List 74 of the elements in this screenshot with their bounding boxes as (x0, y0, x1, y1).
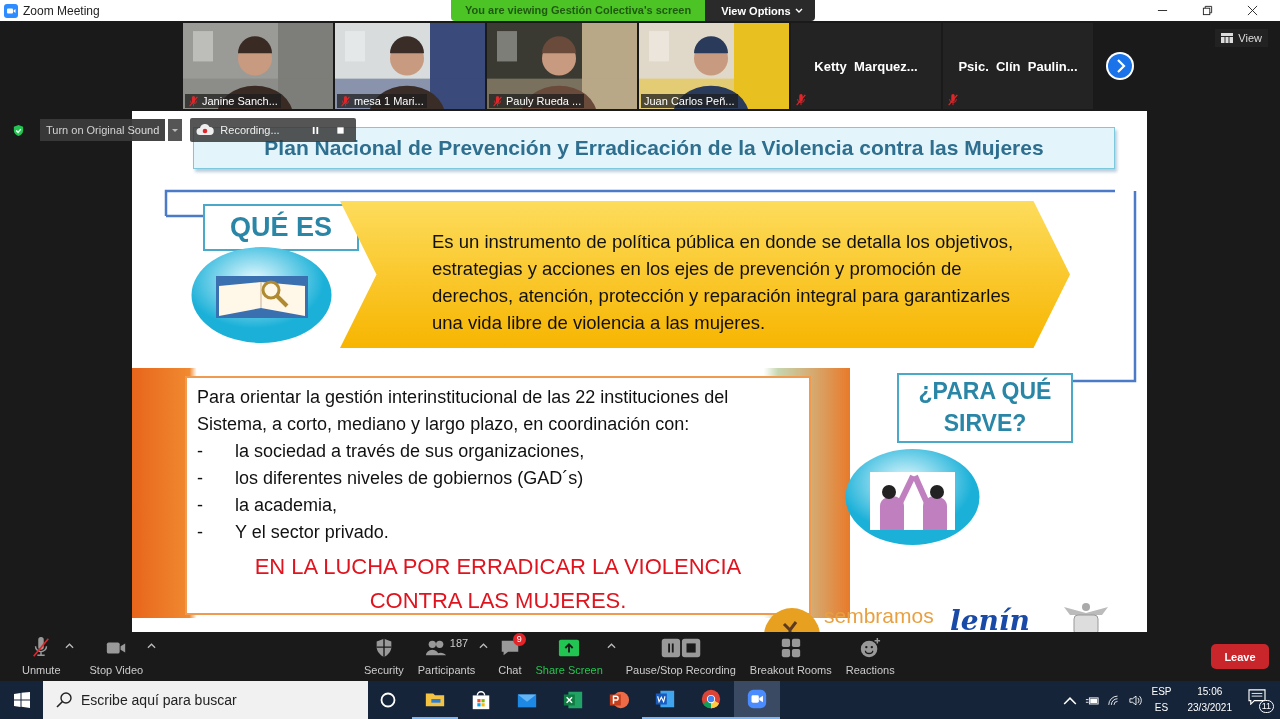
book-magnifier-icon (191, 246, 332, 344)
toolbar-button[interactable]: 9 Chat (494, 635, 526, 678)
list-marker: - (197, 440, 204, 463)
zoom-logo-icon (4, 3, 18, 18)
notification-count: 11 (1258, 700, 1274, 713)
intro-text: Para orientar la gestión interinstitucional de las 22 instituciones del Sistema, a corto, mediano y largo plazo, en coordinación con: (197, 386, 730, 436)
toolbar-button[interactable]: Breakout Rooms (745, 635, 836, 678)
emphasis-text: EN LA LUCHA POR ERRADICAR LA VIOLENCIA CONTRA LAS MUJERES. (253, 553, 743, 615)
browser-icon (700, 688, 722, 710)
list-item-text: los diferentes niveles de gobiernos (GAD´s) (235, 467, 584, 490)
speaker-icon[interactable] (1129, 694, 1144, 706)
window-title: Zoom Meeting (23, 3, 100, 18)
toolbar-button[interactable]: Security (360, 635, 408, 678)
document-icon (654, 688, 676, 710)
participant-name: mesa 1 Mari... (354, 95, 424, 107)
pause-icon[interactable] (310, 125, 320, 135)
caret-icon (794, 7, 803, 14)
shopping-bag-icon (470, 689, 492, 711)
windows-start-icon[interactable] (14, 692, 30, 708)
shield-check-icon[interactable] (12, 123, 25, 137)
smiley-icon (859, 637, 882, 659)
notification-icon[interactable] (1248, 689, 1266, 705)
list-marker: - (197, 467, 204, 490)
participant-name: Juan Carlos Peñ... (644, 95, 735, 107)
logo-text: lenín (950, 604, 1030, 632)
pause-stop-icon (660, 637, 701, 659)
restore-icon[interactable] (1202, 5, 1213, 16)
toolbar-button[interactable]: Unmute (18, 635, 65, 678)
close-icon[interactable] (1247, 5, 1258, 16)
original-sound-button[interactable]: Turn on Original Sound (40, 119, 166, 141)
presentation-icon (608, 689, 630, 711)
toolbar-button[interactable]: Share Screen (531, 635, 607, 678)
list-marker: - (197, 494, 204, 517)
definition-text: Es un instrumento de política pública en donde se detalla los objetivos, estrategias y acciones en los ejes de prevención y promoción de derechos, atención, protección y reparación integral para garantizarles una vida libre de violencia a las mujeres. (432, 230, 1015, 335)
language-indicator[interactable]: ESP ES (1151, 684, 1172, 716)
participant-name: Pauly Rueda ... (506, 95, 582, 107)
grid-icon (779, 637, 802, 659)
circle-icon[interactable] (380, 692, 396, 708)
view-button[interactable]: View (1215, 29, 1268, 47)
stop-icon[interactable] (335, 125, 345, 135)
spreadsheet-icon (562, 689, 584, 711)
participant-name: Psic. Clín Paulin... (958, 58, 1078, 74)
battery-plug-icon[interactable] (1085, 694, 1100, 706)
list-marker: - (197, 521, 204, 544)
clock[interactable]: 15:06 23/3/2021 (1187, 684, 1232, 716)
leave-button[interactable]: Leave (1211, 644, 1269, 669)
taskbar-button[interactable] (734, 681, 780, 719)
toolbar-button[interactable]: Stop Video (85, 635, 148, 678)
recording-label: Recording... (220, 124, 280, 136)
toolbar-button[interactable]: 187 Participants (413, 635, 480, 678)
unread-badge: 9 (512, 633, 526, 646)
high-five-figures-icon (845, 448, 980, 546)
search-field[interactable]: Escribe aquí para buscar (43, 681, 368, 719)
list-item-text: la sociedad a través de sus organizaciones, (235, 440, 585, 463)
caret-up-icon[interactable] (64, 643, 74, 649)
view-options-button[interactable]: View Options (705, 0, 815, 21)
next-page-icon[interactable] (1105, 51, 1135, 81)
grid-icon (1221, 33, 1234, 43)
search-icon (56, 692, 72, 708)
participant-count: 187 (449, 637, 469, 649)
list-item-text: Y el sector privado. (235, 521, 389, 544)
participant-name: Ketty Marquez... (814, 58, 918, 74)
participant-name: Janine Sanch... (202, 95, 278, 107)
caret-up-icon[interactable] (606, 643, 616, 649)
toolbar-button[interactable]: Reactions (841, 635, 899, 678)
caret-up-icon[interactable] (479, 643, 489, 649)
caret-up-icon[interactable] (147, 643, 157, 649)
cloud-record-icon (196, 123, 215, 137)
video-camera-icon (746, 688, 768, 710)
list-item-text: la academia, (235, 494, 338, 517)
dropdown-caret-icon[interactable] (168, 119, 183, 141)
sharing-banner: You are viewing Gestión Colectiva's screen (451, 0, 706, 21)
toolbar-button[interactable]: Pause/Stop Recording (621, 635, 740, 678)
section-heading: ¿PARA QUÉ SIRVE? (897, 373, 1073, 443)
